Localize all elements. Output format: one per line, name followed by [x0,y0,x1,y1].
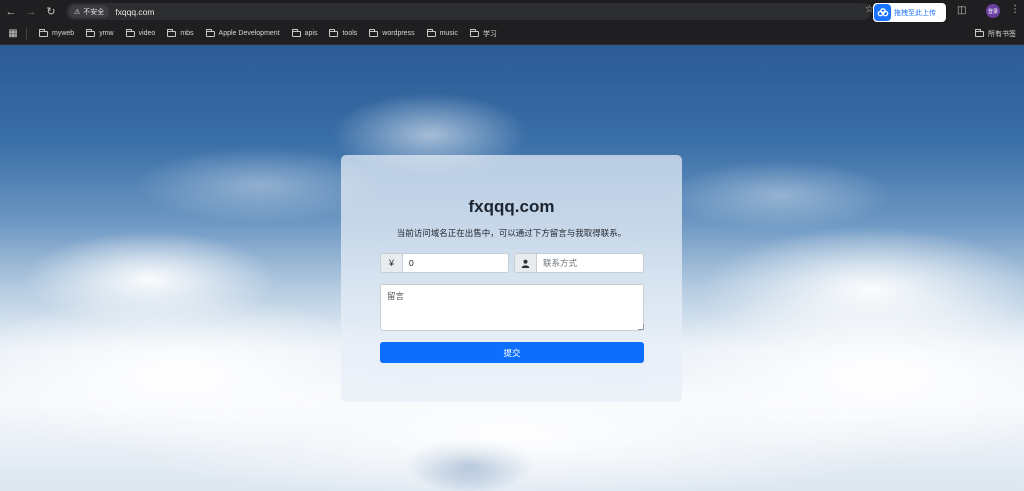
submit-button[interactable]: 提交 [380,342,644,363]
resize-handle[interactable] [638,324,644,330]
contact-input[interactable] [537,254,643,272]
bookmark-label: apis [304,30,318,37]
folder-icon [369,28,379,37]
bookmark-folder[interactable]: music [421,28,464,37]
user-icon [515,254,537,272]
bookmark-label: ymw [99,30,114,37]
upload-extension-button[interactable]: 拖拽至此上传 [873,3,946,22]
folder-icon [329,28,339,37]
profile-avatar[interactable]: 登录 [986,4,1000,18]
all-bookmarks-label: 所有书签 [988,30,1016,38]
page-subtitle: 当前访问域名正在出售中，可以通过下方留言与我取得联系。 [396,228,627,238]
page-title: fxqqq.com [468,197,555,216]
address-bar[interactable]: ⚠ 不安全 fxqqq.com [66,3,871,20]
yen-icon: ¥ [381,254,403,272]
bookmark-folder[interactable]: wordpress [363,28,420,37]
menu-icon[interactable]: ⋮ [1010,5,1020,15]
folder-icon [426,28,436,37]
bookmark-label: tools [342,30,358,37]
price-input[interactable] [403,254,508,272]
bookmark-label: myweb [52,30,75,37]
folder-icon [469,28,479,37]
cloud-upload-icon [874,4,891,21]
all-bookmarks-button[interactable]: 所有书签 [975,23,1016,44]
bookmark-folder[interactable]: myweb [33,28,80,37]
bookmark-folder[interactable]: tools [323,28,363,37]
contact-input-group [514,253,644,273]
bookmark-folder[interactable]: video [120,28,162,37]
bookmark-folder[interactable]: apis [286,28,324,37]
folder-icon [39,28,48,37]
url-text[interactable]: fxqqq.com [115,7,154,17]
browser-toolbar: ← → ↻ ⚠ 不安全 fxqqq.com ☆ 拖拽至此上传 ◫ 登录 ⋮ [0,0,1024,23]
profile-label: 登录 [987,8,998,15]
bookmark-folder[interactable]: mbs [161,28,199,37]
price-input-group: ¥ [380,253,509,273]
bookmark-folder[interactable]: ymw [80,28,119,37]
bookmarks-bar: ▦ myweb ymw video mbs Apple Development … [0,23,1024,45]
bookmark-folder[interactable]: Apple Development [200,28,286,37]
security-indicator[interactable]: ⚠ 不安全 [69,5,110,18]
bookmark-label: 学习 [482,30,497,38]
bookmark-label: video [138,30,156,37]
warning-icon: ⚠ [74,8,81,16]
folder-icon [975,28,984,37]
folder-icon [205,28,215,37]
folder-icon [125,28,135,37]
message-textarea[interactable] [380,284,644,331]
bookmark-label: music [439,30,458,37]
back-icon[interactable]: ← [1,2,21,22]
security-label: 不安全 [83,8,105,16]
sky-background: fxqqq.com 当前访问域名正在出售中，可以通过下方留言与我取得联系。 ¥ … [0,45,1024,491]
extensions-icon[interactable]: ◫ [957,5,966,16]
folder-icon [86,28,96,37]
folder-icon [291,28,301,37]
bookmark-label: Apple Development [218,30,280,37]
bookmark-folder[interactable]: 学习 [464,28,503,39]
bookmark-label: wordpress [382,30,415,37]
domain-sale-panel: fxqqq.com 当前访问域名正在出售中，可以通过下方留言与我取得联系。 ¥ … [341,155,682,402]
forward-icon[interactable]: → [21,2,41,22]
reload-icon[interactable]: ↻ [41,2,61,22]
bookmarks-divider [26,27,27,40]
folder-icon [167,28,177,37]
upload-extension-label: 拖拽至此上传 [894,9,936,17]
apps-grid-icon[interactable]: ▦ [0,28,26,39]
bookmark-label: mbs [180,30,194,37]
